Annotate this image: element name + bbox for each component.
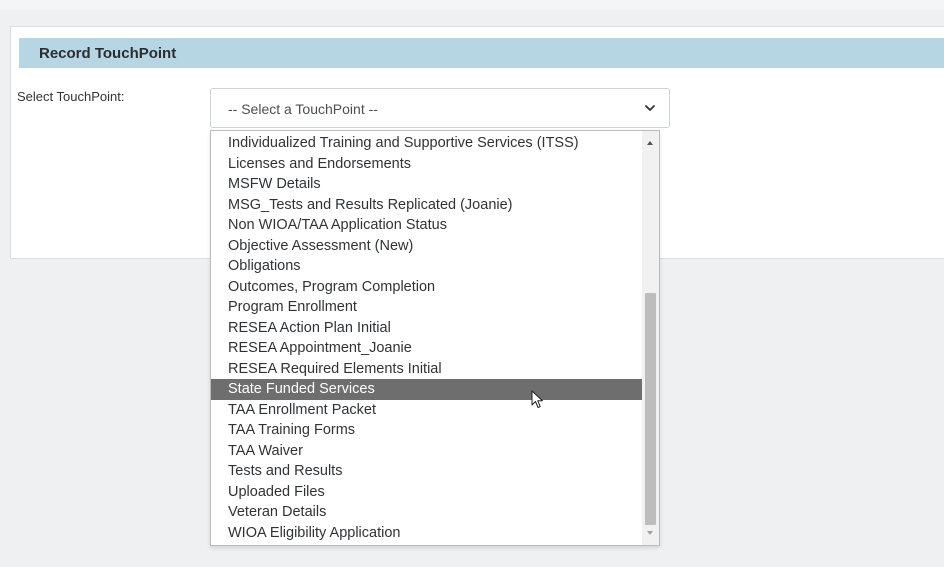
dropdown-option[interactable]: Licenses and Endorsements [211,154,643,175]
dropdown-scrollbar[interactable] [642,131,659,545]
dropdown-option[interactable]: MSG_Tests and Results Replicated (Joanie… [211,195,643,216]
touchpoint-dropdown-list[interactable]: Individualized Training and Supportive S… [210,130,660,546]
dropdown-option[interactable]: Obligations [211,256,643,277]
scroll-down-arrow-icon[interactable] [647,531,653,535]
dropdown-option[interactable]: Program Enrollment [211,297,643,318]
chevron-down-icon [645,105,655,111]
dropdown-options: Individualized Training and Supportive S… [211,133,643,543]
dropdown-option[interactable]: TAA Waiver [211,441,643,462]
dropdown-option[interactable]: TAA Enrollment Packet [211,400,643,421]
panel-title: Record TouchPoint [39,45,177,62]
dropdown-option[interactable]: RESEA Action Plan Initial [211,318,643,339]
top-strip [0,0,944,10]
dropdown-option[interactable]: Outcomes, Program Completion [211,277,643,298]
panel-header: Record TouchPoint [19,38,944,68]
dropdown-option[interactable]: Individualized Training and Supportive S… [211,133,643,154]
dropdown-option[interactable]: Objective Assessment (New) [211,236,643,257]
dropdown-option[interactable]: State Funded Services [211,379,643,400]
dropdown-option[interactable]: Non WIOA/TAA Application Status [211,215,643,236]
touchpoint-select-value: -- Select a TouchPoint -- [228,101,378,117]
dropdown-option[interactable]: Tests and Results [211,461,643,482]
dropdown-option[interactable]: Uploaded Files [211,482,643,503]
mouse-pointer-icon [531,390,543,408]
dropdown-option[interactable]: RESEA Required Elements Initial [211,359,643,380]
scroll-up-arrow-icon[interactable] [647,141,653,145]
scrollbar-thumb[interactable] [645,293,656,525]
dropdown-option[interactable]: RESEA Appointment_Joanie [211,338,643,359]
select-touchpoint-label: Select TouchPoint: [17,89,125,104]
dropdown-option[interactable]: MSFW Details [211,174,643,195]
dropdown-option[interactable]: Veteran Details [211,502,643,523]
dropdown-option[interactable]: TAA Training Forms [211,420,643,441]
touchpoint-select[interactable]: -- Select a TouchPoint -- [210,88,670,128]
dropdown-option[interactable]: WIOA Eligibility Application [211,523,643,544]
